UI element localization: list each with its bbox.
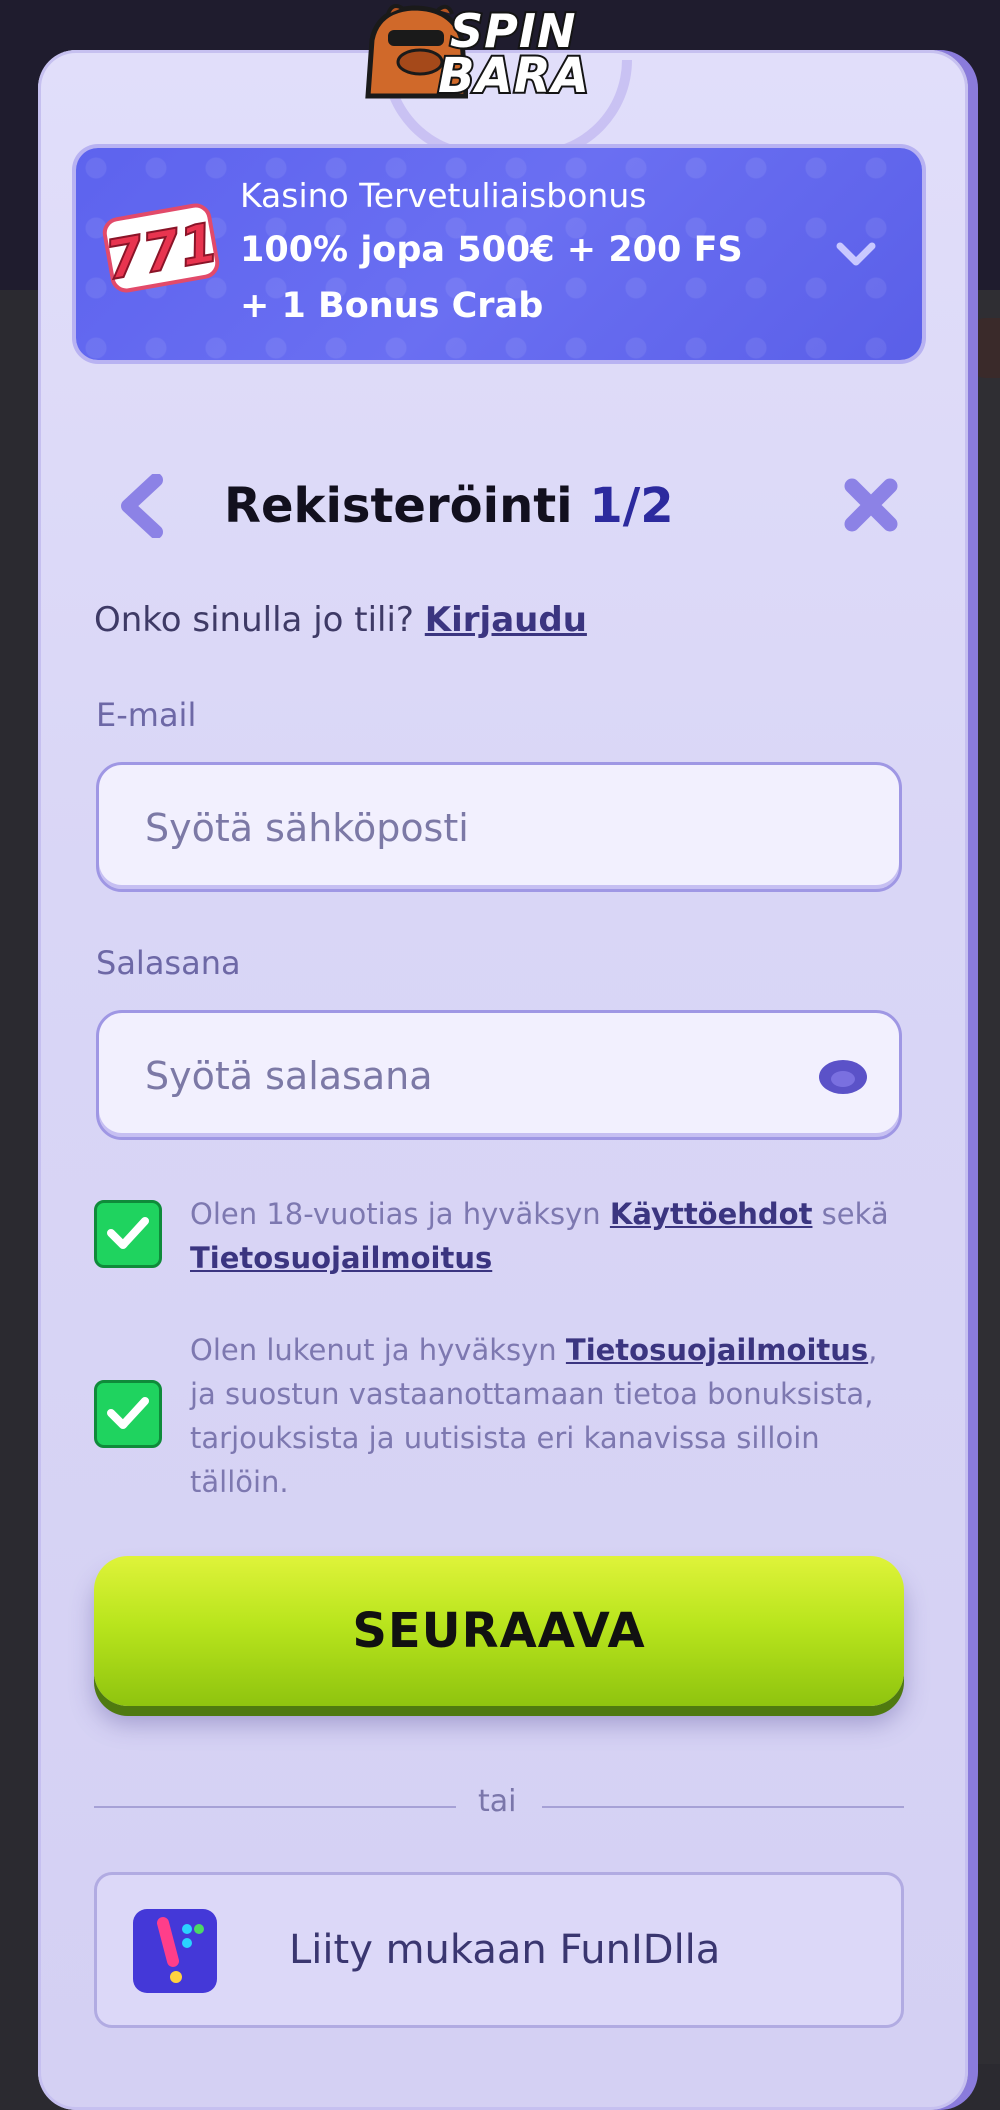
close-icon — [844, 478, 898, 532]
logo-text-bara: BARA — [436, 46, 591, 106]
next-button[interactable]: SEURAAVA — [94, 1556, 904, 1706]
funid-logo-icon — [133, 1909, 217, 1993]
terms-link[interactable]: Käyttöehdot — [610, 1197, 813, 1231]
consent-checkbox-terms[interactable] — [94, 1200, 162, 1268]
title-text: Rekisteröinti — [224, 478, 573, 534]
email-field[interactable] — [143, 765, 827, 891]
spinbara-logo: SPIN BARA — [358, 0, 648, 108]
checkmark-icon — [107, 1217, 149, 1249]
consent-text-marketing: Olen lukenut ja hyväksyn Tietosuojailmoi… — [190, 1328, 910, 1504]
chevron-left-icon — [121, 473, 163, 539]
bonus-offer: 100% jopa 500€ + 200 FS — [240, 230, 743, 270]
login-prompt: Onko sinulla jo tili? Kirjaudu — [94, 600, 587, 640]
background-decoration — [966, 318, 1000, 378]
back-button[interactable] — [118, 473, 166, 539]
welcome-bonus-banner[interactable]: 771 Kasino Tervetuliaisbonus 100% jopa 5… — [76, 148, 922, 360]
password-label: Salasana — [96, 944, 241, 982]
password-field[interactable] — [143, 1013, 827, 1139]
step-indicator: 1/2 — [589, 478, 674, 534]
bonus-extra: + 1 Bonus Crab — [240, 286, 544, 326]
consent-1-text: Olen 18-vuotias ja hyväksyn — [190, 1197, 610, 1231]
consent-text-terms: Olen 18-vuotias ja hyväksyn Käyttöehdot … — [190, 1192, 910, 1280]
page-title: Rekisteröinti 1/2 — [224, 474, 674, 538]
divider-left — [94, 1806, 456, 1808]
consent-2-text: Olen lukenut ja hyväksyn — [190, 1333, 566, 1367]
consent-checkbox-marketing[interactable] — [94, 1380, 162, 1448]
divider-or: tai — [478, 1784, 517, 1819]
privacy-link-2[interactable]: Tietosuojailmoitus — [566, 1333, 868, 1367]
checkmark-icon — [107, 1397, 149, 1429]
close-button[interactable] — [842, 476, 900, 534]
page-side-background — [965, 290, 1000, 2064]
chevron-down-icon[interactable] — [834, 232, 878, 276]
funid-join-button[interactable]: Liity mukaan FunIDlla — [94, 1872, 904, 2028]
show-password-button[interactable] — [817, 1057, 869, 1097]
login-link[interactable]: Kirjaudu — [425, 600, 587, 640]
privacy-link[interactable]: Tietosuojailmoitus — [190, 1241, 492, 1275]
password-field-box — [96, 1010, 902, 1140]
consent-1-joiner: sekä — [812, 1197, 889, 1231]
bonus-title: Kasino Tervetuliaisbonus — [240, 176, 647, 215]
funid-label: Liity mukaan FunIDlla — [289, 1927, 721, 1973]
email-field-box — [96, 762, 902, 892]
email-label: E-mail — [96, 696, 197, 734]
divider-right — [542, 1806, 904, 1808]
login-question: Onko sinulla jo tili? — [94, 600, 414, 640]
eye-icon — [819, 1060, 867, 1094]
